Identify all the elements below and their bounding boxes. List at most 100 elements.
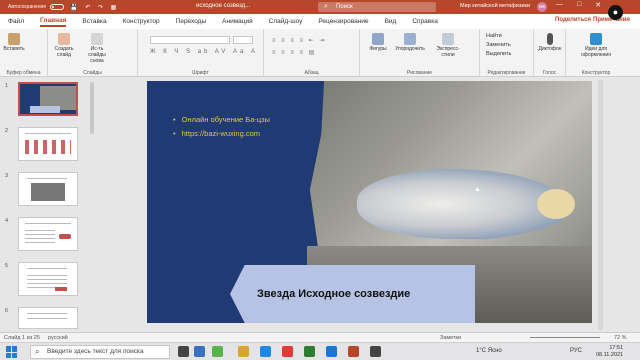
arrange-icon [404, 33, 416, 45]
app-icon[interactable] [370, 346, 381, 357]
tab-view[interactable]: Вид [385, 18, 397, 25]
group-label: Конструктор [581, 70, 611, 76]
language-indicator[interactable]: русский [48, 335, 68, 341]
zoom-level[interactable]: 72 % [614, 335, 627, 341]
thumb-table [25, 140, 71, 154]
recording-overlay-icon[interactable]: ● [608, 5, 623, 20]
thumb-line [25, 133, 71, 134]
avatar[interactable]: МК [537, 2, 547, 12]
tab-file[interactable]: Файл [8, 18, 24, 25]
system-clock[interactable]: 17:51 08.11.2021 [596, 345, 623, 359]
paragraph-buttons[interactable]: ≡ ≡ ≡ ≡ ⇤ ⇥ [272, 37, 326, 44]
thumbnail-slide-5[interactable] [18, 262, 78, 296]
tab-review[interactable]: Рецензирование [318, 18, 368, 25]
thumbnail-slide-3[interactable] [18, 172, 78, 206]
zoom-slider[interactable] [530, 337, 600, 338]
thumb-line [27, 318, 67, 319]
drawing-group: Фигуры Упорядочить Экспресс-стили Рисова… [360, 29, 480, 77]
user-name: Мир китайской метафизики [460, 3, 531, 9]
notes-toggle[interactable]: Заметки [440, 335, 461, 341]
font-format-buttons[interactable]: Ж К Ч S ab AV Аа A [150, 49, 258, 57]
shapes-icon [372, 33, 384, 45]
maximize-button[interactable]: □ [577, 1, 581, 9]
ribbon: Вставить Буфер обмена Создать слайд Ис-т… [0, 29, 640, 77]
current-slide[interactable]: Онлайн обучение Ба-цзы https://bazi-wuxi… [147, 81, 592, 323]
paste-icon [8, 33, 20, 45]
window-controls: — □ ✕ [556, 1, 601, 9]
font-group: Ж К Ч S ab AV Аа A Шрифт [138, 29, 264, 77]
group-label: Шрифт [192, 70, 209, 76]
new-slide-button[interactable]: Создать слайд [52, 33, 76, 58]
thumb-shape [55, 287, 67, 291]
quick-styles-button[interactable]: Экспресс-стили [430, 33, 466, 58]
thumb-number: 5 [5, 263, 9, 269]
search-box[interactable]: ⌕ Поиск [318, 2, 436, 12]
thumb-image [31, 183, 65, 201]
paste-button[interactable]: Вставить [3, 33, 25, 52]
tab-home[interactable]: Главная [39, 17, 67, 27]
app-icon[interactable] [212, 346, 223, 357]
slide-bullet-1[interactable]: Онлайн обучение Ба-цзы [173, 115, 270, 124]
excel-icon[interactable] [304, 346, 315, 357]
slides-group: Создать слайд Ис-ть слайды снова Слайды [48, 29, 138, 77]
thumb-line [27, 178, 67, 179]
thumbnail-slide-4[interactable] [18, 217, 78, 251]
status-bar: Слайд 1 из 25 русский Заметки 72 % [0, 332, 640, 342]
thumb-number: 1 [5, 83, 9, 89]
thumbnail-slide-1[interactable] [18, 82, 78, 116]
new-slide-icon [58, 33, 70, 45]
minimize-button[interactable]: — [556, 1, 563, 9]
input-language[interactable]: РУС [570, 348, 582, 354]
ribbon-tabs: Файл Главная Вставка Конструктор Переход… [0, 14, 640, 29]
thumbnail-slide-2[interactable] [18, 127, 78, 161]
thumb-line [25, 223, 71, 224]
tab-animations[interactable]: Анимация [222, 18, 253, 25]
thumb-title-box [30, 106, 60, 113]
slide-title[interactable]: Звезда Исходное созвездие [257, 288, 410, 300]
clock-date: 08.11.2021 [596, 352, 624, 358]
app-icon[interactable] [282, 346, 293, 357]
select-button[interactable]: Выделить [486, 51, 511, 58]
share-button[interactable]: Поделиться [555, 17, 591, 23]
font-name-box[interactable] [150, 36, 230, 44]
file-explorer-icon[interactable] [238, 346, 249, 357]
quick-access-toolbar[interactable]: 💾 ↶ ↷ ▦ [70, 4, 119, 11]
find-button[interactable]: Найти [486, 33, 502, 40]
tab-design[interactable]: Конструктор [123, 18, 160, 25]
dictate-button[interactable]: Диктофон [536, 33, 564, 52]
canvas-scrollbar[interactable] [598, 80, 603, 330]
taskbar-search[interactable]: ⌕ Введите здесь текст для поиска [30, 345, 170, 359]
autosave-toggle[interactable] [50, 4, 65, 10]
task-view-icon[interactable] [178, 346, 189, 357]
tab-insert[interactable]: Вставка [82, 18, 106, 25]
editing-group: Найти Заменить Выделить Редактирование [480, 29, 534, 77]
quick-styles-icon [442, 33, 454, 45]
thumbnail-slide-6[interactable] [18, 307, 78, 329]
replace-button[interactable]: Заменить [486, 42, 511, 49]
font-size-box[interactable] [233, 36, 253, 44]
arrange-button[interactable]: Упорядочить [392, 33, 428, 52]
app-icon[interactable] [194, 346, 205, 357]
thumbnail-scrollbar[interactable] [90, 82, 94, 134]
reuse-slides-button[interactable]: Ис-ть слайды снова [82, 33, 112, 64]
tab-transitions[interactable]: Переходы [176, 18, 207, 25]
alignment-buttons[interactable]: ≡ ≡ ≡ ≡ ▤ [272, 49, 316, 56]
design-ideas-button[interactable]: Идеи для оформления [576, 33, 616, 58]
thumb-number: 3 [5, 173, 9, 179]
thumb-number: 6 [5, 308, 9, 314]
slide-bullet-2[interactable]: https://bazi-wuxing.com [173, 129, 260, 138]
reuse-slides-icon [91, 33, 103, 45]
clock-time: 17:51 [609, 345, 624, 351]
shapes-button[interactable]: Фигуры [366, 33, 390, 52]
design-ideas-icon [590, 33, 602, 45]
edge-icon[interactable] [260, 346, 271, 357]
close-button[interactable]: ✕ [595, 1, 601, 9]
windows-start-icon[interactable] [6, 346, 18, 358]
tab-help[interactable]: Справка [412, 18, 438, 25]
tab-slideshow[interactable]: Слайд-шоу [269, 18, 303, 25]
weather-widget[interactable]: 1°C Ясно [476, 348, 502, 354]
microphone-icon [547, 33, 553, 45]
word-icon[interactable] [326, 346, 337, 357]
powerpoint-icon[interactable] [348, 346, 359, 357]
document-title: исходное созвезд... [196, 3, 251, 9]
